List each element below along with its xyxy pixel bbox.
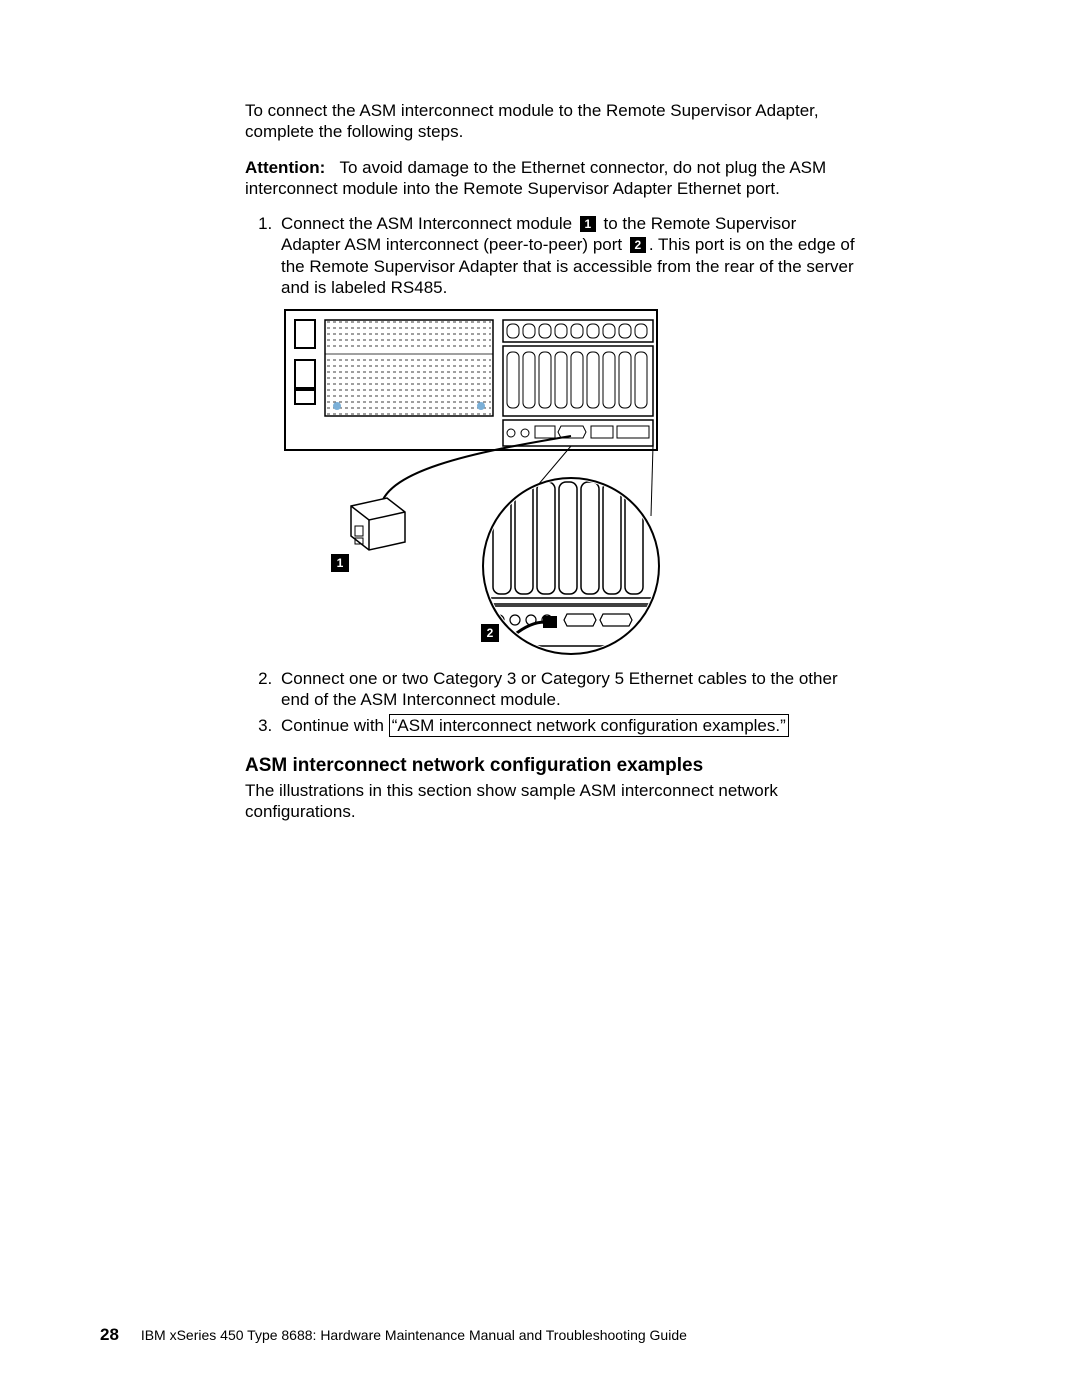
step-3: Continue with “ASM interconnect network … bbox=[277, 715, 855, 736]
step-1: Connect the ASM Interconnect module 1 to… bbox=[277, 213, 855, 656]
footer-text: IBM xSeries 450 Type 8688: Hardware Main… bbox=[141, 1327, 687, 1343]
steps-list: Connect the ASM Interconnect module 1 to… bbox=[245, 213, 855, 736]
step-1-text-a: Connect the ASM Interconnect module bbox=[281, 214, 572, 233]
page-number: 28 bbox=[100, 1325, 119, 1344]
diagram-callout-1: 1 bbox=[331, 554, 349, 572]
page: To connect the ASM interconnect module t… bbox=[0, 0, 1080, 1397]
page-footer: 28 IBM xSeries 450 Type 8688: Hardware M… bbox=[100, 1324, 687, 1345]
attention-body: To avoid damage to the Ethernet connecto… bbox=[245, 158, 826, 198]
cross-reference-link[interactable]: “ASM interconnect network configuration … bbox=[389, 714, 789, 737]
step-3-text: Continue with bbox=[281, 716, 384, 735]
section-body: The illustrations in this section show s… bbox=[245, 780, 855, 823]
section-heading: ASM interconnect network configuration e… bbox=[245, 754, 855, 778]
intro-paragraph: To connect the ASM interconnect module t… bbox=[245, 100, 855, 143]
server-diagram: 1 2 bbox=[281, 306, 661, 656]
step-2: Connect one or two Category 3 or Categor… bbox=[277, 668, 855, 711]
attention-paragraph: Attention: To avoid damage to the Ethern… bbox=[245, 157, 855, 200]
diagram-callout-2: 2 bbox=[481, 624, 499, 642]
diagram-svg bbox=[281, 306, 661, 656]
attention-label: Attention: bbox=[245, 158, 325, 177]
body-content: To connect the ASM interconnect module t… bbox=[245, 100, 855, 822]
callout-2-icon: 2 bbox=[630, 237, 646, 253]
step-2-text: Connect one or two Category 3 or Categor… bbox=[281, 669, 838, 709]
callout-1-icon: 1 bbox=[580, 216, 596, 232]
